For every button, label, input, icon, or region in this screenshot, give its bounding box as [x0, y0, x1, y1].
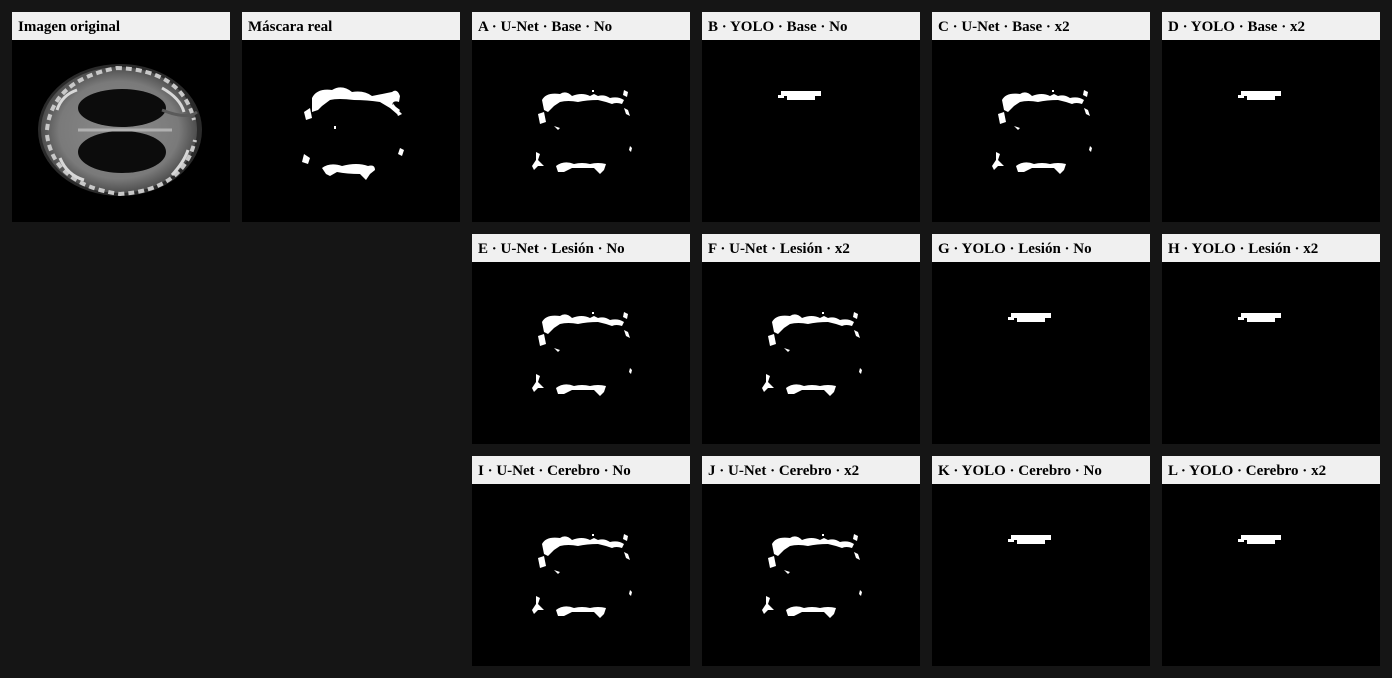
panel-D: D · YOLO · Base · x2: [1162, 12, 1380, 222]
panel-G: G · YOLO · Lesión · No: [932, 234, 1150, 444]
panel-title: F · U-Net · Lesión · x2: [702, 234, 920, 262]
panel-title: Imagen original: [12, 12, 230, 40]
panel-original: Imagen original: [12, 12, 230, 222]
unet-prediction-image: [702, 484, 920, 666]
unet-prediction-image: [472, 40, 690, 222]
panel-title: A · U-Net · Base · No: [472, 12, 690, 40]
panel-K: K · YOLO · Cerebro · No: [932, 456, 1150, 666]
yolo-prediction-image: [1162, 262, 1380, 444]
yolo-prediction-image: [932, 262, 1150, 444]
panel-title: L · YOLO · Cerebro · x2: [1162, 456, 1380, 484]
panel-title: Máscara real: [242, 12, 460, 40]
ground-truth-mask-image: [242, 40, 460, 222]
panel-B: B · YOLO · Base · No: [702, 12, 920, 222]
panel-I: I · U-Net · Cerebro · No: [472, 456, 690, 666]
panel-E: E · U-Net · Lesión · No: [472, 234, 690, 444]
panel-title: D · YOLO · Base · x2: [1162, 12, 1380, 40]
panel-title: I · U-Net · Cerebro · No: [472, 456, 690, 484]
panel-H: H · YOLO · Lesión · x2: [1162, 234, 1380, 444]
unet-prediction-image: [932, 40, 1150, 222]
panel-C: C · U-Net · Base · x2: [932, 12, 1150, 222]
yolo-prediction-image: [932, 484, 1150, 666]
panel-title: C · U-Net · Base · x2: [932, 12, 1150, 40]
yolo-prediction-image: [1162, 40, 1380, 222]
panel-title: G · YOLO · Lesión · No: [932, 234, 1150, 262]
panel-J: J · U-Net · Cerebro · x2: [702, 456, 920, 666]
panel-F: F · U-Net · Lesión · x2: [702, 234, 920, 444]
unet-prediction-image: [472, 484, 690, 666]
panel-L: L · YOLO · Cerebro · x2: [1162, 456, 1380, 666]
panel-title: K · YOLO · Cerebro · No: [932, 456, 1150, 484]
mri-original-image: [12, 40, 230, 222]
yolo-prediction-image: [702, 40, 920, 222]
panel-title: B · YOLO · Base · No: [702, 12, 920, 40]
panel-mask: Máscara real: [242, 12, 460, 222]
unet-prediction-image: [472, 262, 690, 444]
panel-A: A · U-Net · Base · No: [472, 12, 690, 222]
unet-prediction-image: [702, 262, 920, 444]
yolo-prediction-image: [1162, 484, 1380, 666]
panel-title: J · U-Net · Cerebro · x2: [702, 456, 920, 484]
panel-title: H · YOLO · Lesión · x2: [1162, 234, 1380, 262]
panel-title: E · U-Net · Lesión · No: [472, 234, 690, 262]
